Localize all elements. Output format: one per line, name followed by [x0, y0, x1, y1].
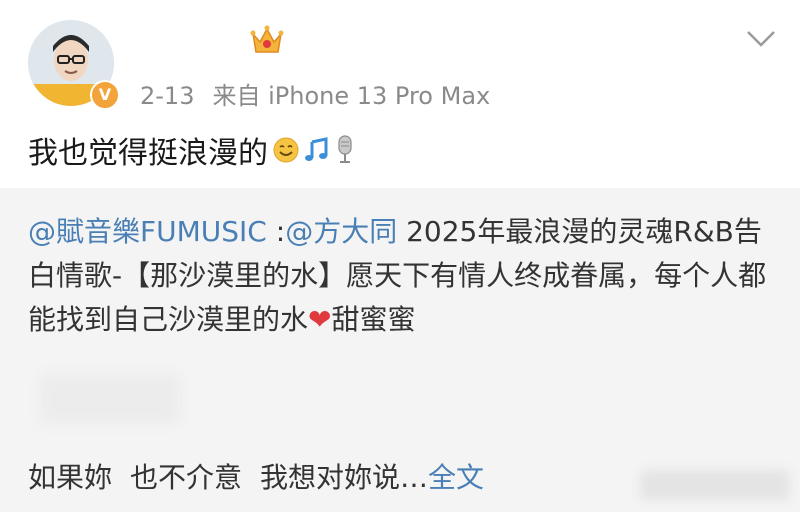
repost-last-line: 如果妳 也不介意 我想对妳说…全文	[28, 456, 484, 496]
post-header: V 2-13 来自 iPhone 13 Pro Max 我也觉得挺浪漫的	[0, 0, 800, 188]
mention-link[interactable]: @方大同	[285, 215, 397, 248]
repost-line-part: 也不介意	[130, 461, 243, 494]
post-source: 来自 iPhone 13 Pro Max	[212, 82, 491, 110]
smile-emoji-icon	[273, 137, 299, 163]
music-note-icon	[305, 137, 328, 161]
verified-badge-icon: V	[90, 80, 120, 110]
heart-emoji: ❤	[308, 303, 332, 336]
repost-body-end: 甜蜜蜜	[331, 303, 416, 336]
mention-link[interactable]: @賦音樂FUMUSIC	[28, 215, 267, 248]
full-text-link[interactable]: 全文	[428, 461, 484, 494]
blurred-area	[40, 374, 180, 424]
repost-card[interactable]: @賦音樂FUMUSIC :@方大同 2025年最浪漫的灵魂R&B告白情歌-【那沙…	[0, 188, 800, 512]
emoji-row	[272, 134, 360, 166]
crown-icon	[250, 25, 284, 53]
post-timestamp: 2-13	[140, 82, 195, 110]
chevron-down-icon[interactable]	[744, 26, 778, 50]
repost-line-part: 我想对妳说…	[260, 461, 429, 494]
microphone-icon	[338, 135, 352, 163]
repost-line-part: 如果妳	[28, 461, 113, 494]
blurred-watermark	[640, 470, 790, 500]
post-text: 我也觉得挺浪漫的	[28, 136, 268, 171]
repost-text: @賦音樂FUMUSIC :@方大同 2025年最浪漫的灵魂R&B告白情歌-【那沙…	[28, 210, 780, 342]
mention-separator: :	[266, 215, 286, 248]
post-content: 我也觉得挺浪漫的	[28, 128, 360, 172]
post-meta: 2-13 来自 iPhone 13 Pro Max	[140, 76, 490, 111]
